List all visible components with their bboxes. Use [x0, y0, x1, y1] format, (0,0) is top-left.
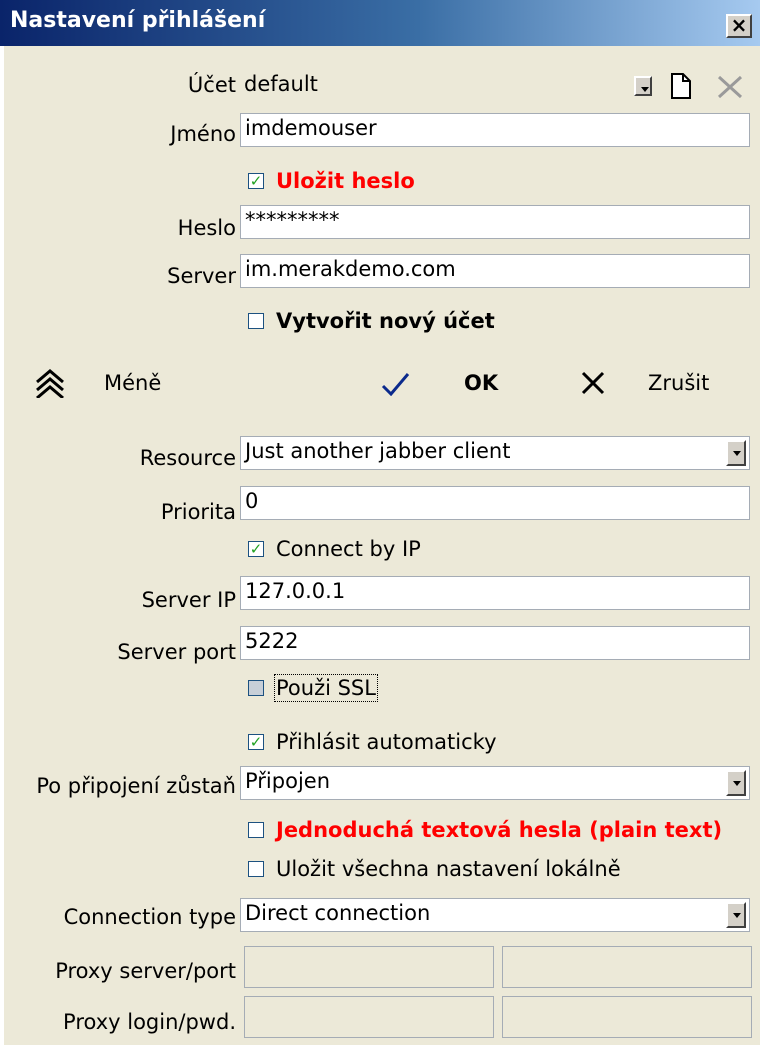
- proxy-server-label: Proxy server/port: [55, 959, 236, 983]
- proxy-login-label: Proxy login/pwd.: [63, 1010, 236, 1034]
- window-frame-left: [0, 46, 4, 1045]
- resource-value: Just another jabber client: [245, 439, 511, 463]
- resource-label: Resource: [139, 446, 236, 470]
- priority-label: Priorita: [160, 500, 236, 524]
- use-ssl-checkbox[interactable]: [248, 680, 264, 696]
- server-label: Server: [167, 264, 236, 288]
- account-label: Účet: [187, 73, 236, 97]
- account-value: default: [244, 72, 318, 96]
- save-password-checkbox[interactable]: ✓: [248, 173, 264, 189]
- new-document-icon[interactable]: [670, 72, 692, 100]
- password-label: Heslo: [177, 216, 236, 240]
- connect-by-ip-checkbox[interactable]: ✓: [248, 541, 264, 557]
- server-port-field[interactable]: 5222: [240, 626, 750, 660]
- new-account-checkbox[interactable]: [248, 313, 264, 329]
- password-field[interactable]: *********: [240, 205, 750, 239]
- after-connect-value: Připojen: [245, 769, 331, 793]
- ok-check-icon[interactable]: [380, 372, 410, 396]
- cancel-x-icon[interactable]: [580, 370, 606, 396]
- use-ssl-label: Použi SSL: [274, 674, 378, 702]
- account-combo[interactable]: default: [240, 68, 656, 102]
- ok-button[interactable]: OK: [464, 371, 498, 395]
- connection-type-combo[interactable]: Direct connection: [240, 898, 750, 932]
- connection-type-label: Connection type: [63, 905, 236, 929]
- proxy-pwd-field[interactable]: [502, 996, 752, 1038]
- delete-icon[interactable]: [716, 74, 744, 100]
- auto-login-checkbox[interactable]: ✓: [248, 734, 264, 750]
- priority-field[interactable]: 0: [240, 486, 750, 520]
- plain-text-label: Jednoduchá textová hesla (plain text): [276, 818, 723, 842]
- less-button[interactable]: Méně: [104, 371, 161, 395]
- after-connect-combo[interactable]: Připojen: [240, 766, 750, 800]
- new-account-label: Vytvořit nový účet: [276, 309, 495, 333]
- server-ip-field[interactable]: 127.0.0.1: [240, 576, 750, 610]
- proxy-login-field[interactable]: [244, 996, 494, 1038]
- resource-combo[interactable]: Just another jabber client: [240, 436, 750, 470]
- proxy-port-field[interactable]: [502, 946, 752, 988]
- proxy-server-field[interactable]: [244, 946, 494, 988]
- after-connect-label: Po připojení zůstaň: [36, 774, 236, 798]
- connection-type-value: Direct connection: [245, 901, 431, 925]
- dropdown-arrow-icon[interactable]: [726, 770, 746, 796]
- server-port-label: Server port: [117, 640, 236, 664]
- connect-by-ip-label: Connect by IP: [276, 537, 421, 561]
- name-label: Jméno: [170, 122, 236, 146]
- save-password-label: Uložit heslo: [276, 169, 415, 193]
- save-local-label: Uložit všechna nastavení lokálně: [276, 857, 621, 881]
- save-local-checkbox[interactable]: [248, 861, 264, 877]
- name-field[interactable]: imdemouser: [240, 113, 750, 147]
- auto-login-label: Přihlásit automaticky: [276, 730, 497, 754]
- dropdown-arrow-icon[interactable]: [634, 76, 652, 96]
- plain-text-checkbox[interactable]: [248, 822, 264, 838]
- window-title: Nastavení přihlášení: [10, 8, 266, 33]
- server-ip-label: Server IP: [141, 588, 236, 612]
- cancel-button[interactable]: Zrušit: [648, 371, 709, 395]
- collapse-chevron-icon[interactable]: [34, 368, 66, 398]
- close-button[interactable]: ×: [726, 14, 752, 38]
- dropdown-arrow-icon[interactable]: [726, 440, 746, 466]
- server-field[interactable]: im.merakdemo.com: [240, 254, 750, 288]
- dropdown-arrow-icon[interactable]: [726, 902, 746, 928]
